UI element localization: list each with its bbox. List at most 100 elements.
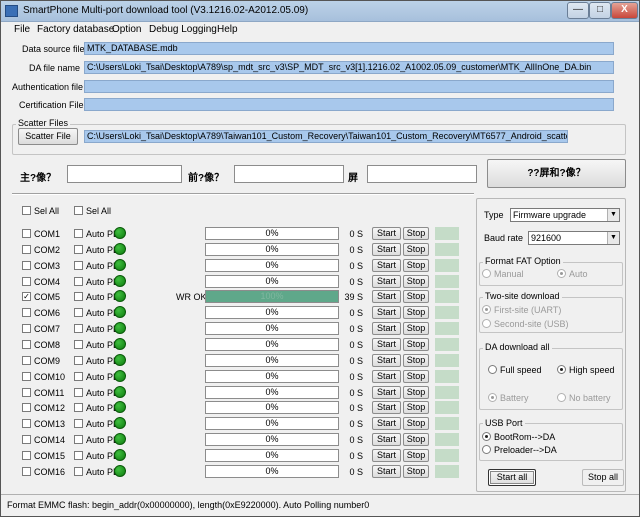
port-checkbox[interactable] <box>22 245 31 254</box>
port-checkbox[interactable] <box>22 324 31 333</box>
auto-pl-checkbox[interactable] <box>74 388 83 397</box>
stop-button[interactable]: Stop <box>403 386 429 399</box>
start-button[interactable]: Start <box>372 290 401 303</box>
port-checkbox[interactable] <box>22 277 31 286</box>
stop-button[interactable]: Stop <box>403 322 429 335</box>
start-button[interactable]: Start <box>372 322 401 335</box>
battery-radio[interactable] <box>488 393 497 402</box>
auto-pl-checkbox[interactable] <box>74 324 83 333</box>
status-led-icon <box>114 465 126 477</box>
close-button[interactable]: X <box>611 2 638 19</box>
port-checkbox[interactable] <box>22 419 31 428</box>
auto-pl-checkbox[interactable] <box>74 372 83 381</box>
port-checkbox[interactable] <box>22 308 31 317</box>
maximize-button[interactable]: □ <box>589 2 611 19</box>
type-select[interactable]: Firmware upgrade ▼ <box>510 208 620 222</box>
menu-option[interactable]: Option <box>112 24 141 35</box>
main-image-input[interactable] <box>67 165 182 183</box>
stop-button[interactable]: Stop <box>403 290 429 303</box>
front-image-input[interactable] <box>234 165 344 183</box>
screen-input[interactable] <box>367 165 477 183</box>
port-checkbox[interactable] <box>22 467 31 476</box>
start-button[interactable]: Start <box>372 227 401 240</box>
auto-pl-checkbox[interactable] <box>74 277 83 286</box>
start-button[interactable]: Start <box>372 306 401 319</box>
stop-button[interactable]: Stop <box>403 417 429 430</box>
start-button[interactable]: Start <box>372 259 401 272</box>
port-checkbox[interactable] <box>22 372 31 381</box>
stop-button[interactable]: Stop <box>403 401 429 414</box>
stop-button[interactable]: Stop <box>403 370 429 383</box>
menu-help[interactable]: Help <box>217 24 238 35</box>
auto-pl-checkbox[interactable] <box>74 356 83 365</box>
start-button[interactable]: Start <box>372 386 401 399</box>
scatter-file-path[interactable]: C:\Users\Loki_Tsai\Desktop\A789\Taiwan10… <box>84 130 568 143</box>
auto-pl-checkbox[interactable] <box>74 229 83 238</box>
stop-button[interactable]: Stop <box>403 275 429 288</box>
start-button[interactable]: Start <box>372 449 401 462</box>
auto-pl-checkbox[interactable] <box>74 435 83 444</box>
port-checkbox[interactable] <box>22 403 31 412</box>
stop-button[interactable]: Stop <box>403 433 429 446</box>
auth-file-field[interactable] <box>84 80 614 93</box>
first-site-radio[interactable] <box>482 305 491 314</box>
scatter-file-button[interactable]: Scatter File <box>18 128 78 145</box>
bootrom-da-radio[interactable] <box>482 432 491 441</box>
menu-file[interactable]: File <box>14 24 30 35</box>
start-button[interactable]: Start <box>372 243 401 256</box>
auto-pl-checkbox[interactable] <box>74 245 83 254</box>
port-checkbox[interactable] <box>22 261 31 270</box>
menu-factory-database[interactable]: Factory database <box>37 24 114 35</box>
high-speed-radio[interactable] <box>557 365 566 374</box>
auto-pl-checkbox[interactable] <box>74 308 83 317</box>
port-checkbox[interactable] <box>22 388 31 397</box>
da-file-field[interactable]: C:\Users\Loki_Tsai\Desktop\A789\sp_mdt_s… <box>84 61 614 74</box>
auto-pl-checkbox[interactable] <box>74 467 83 476</box>
start-button[interactable]: Start <box>372 433 401 446</box>
stop-button[interactable]: Stop <box>403 259 429 272</box>
stop-button[interactable]: Stop <box>403 243 429 256</box>
fat-manual-radio[interactable] <box>482 269 491 278</box>
capture-image-button[interactable]: ??屏和?像？ <box>487 159 626 188</box>
port-checkbox[interactable] <box>22 340 31 349</box>
start-button[interactable]: Start <box>372 370 401 383</box>
cert-file-field[interactable] <box>84 98 614 111</box>
sel-all-autopl-checkbox[interactable] <box>74 206 83 215</box>
auto-pl-checkbox[interactable] <box>74 261 83 270</box>
start-button[interactable]: Start <box>372 275 401 288</box>
stop-button[interactable]: Stop <box>403 449 429 462</box>
port-checkbox[interactable] <box>22 229 31 238</box>
fat-auto-radio[interactable] <box>557 269 566 278</box>
baud-rate-select[interactable]: 921600 ▼ <box>528 231 620 245</box>
start-button[interactable]: Start <box>372 465 401 478</box>
start-all-button[interactable]: Start all <box>488 469 536 486</box>
auto-pl-checkbox[interactable] <box>74 403 83 412</box>
title-bar[interactable]: SmartPhone Multi-port download tool (V3.… <box>1 1 639 22</box>
stop-button[interactable]: Stop <box>403 227 429 240</box>
auto-pl-checkbox[interactable] <box>74 419 83 428</box>
sel-all-com-checkbox[interactable] <box>22 206 31 215</box>
port-checkbox[interactable] <box>22 451 31 460</box>
minimize-button[interactable]: — <box>567 2 589 19</box>
start-button[interactable]: Start <box>372 401 401 414</box>
data-source-field[interactable]: MTK_DATABASE.mdb <box>84 42 614 55</box>
auto-pl-checkbox[interactable] <box>74 451 83 460</box>
stop-button[interactable]: Stop <box>403 465 429 478</box>
no-battery-radio[interactable] <box>557 393 566 402</box>
port-checkbox[interactable]: ✓ <box>22 292 31 301</box>
stop-button[interactable]: Stop <box>403 306 429 319</box>
start-button[interactable]: Start <box>372 417 401 430</box>
preloader-da-radio[interactable] <box>482 445 491 454</box>
second-site-radio[interactable] <box>482 319 491 328</box>
port-checkbox[interactable] <box>22 356 31 365</box>
stop-all-button[interactable]: Stop all <box>582 469 624 486</box>
auto-pl-checkbox[interactable] <box>74 340 83 349</box>
port-checkbox[interactable] <box>22 435 31 444</box>
start-button[interactable]: Start <box>372 354 401 367</box>
start-button[interactable]: Start <box>372 338 401 351</box>
stop-button[interactable]: Stop <box>403 354 429 367</box>
menu-debug-logging[interactable]: Debug Logging <box>149 24 217 35</box>
stop-button[interactable]: Stop <box>403 338 429 351</box>
full-speed-radio[interactable] <box>488 365 497 374</box>
auto-pl-checkbox[interactable] <box>74 292 83 301</box>
